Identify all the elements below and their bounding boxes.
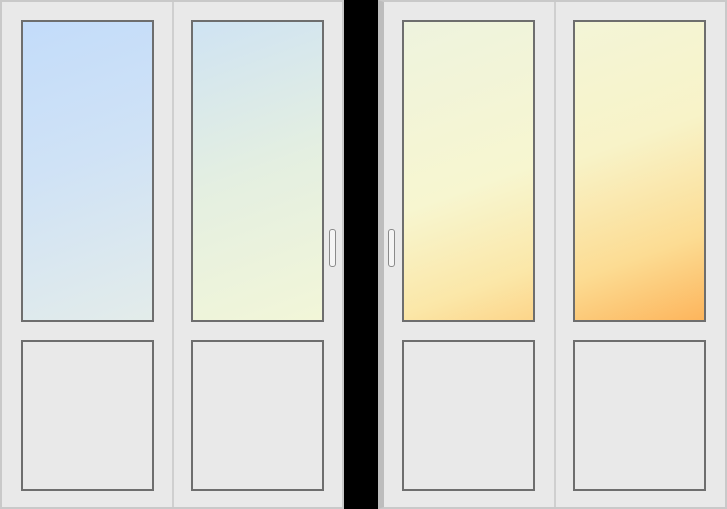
glass-pane-1 — [21, 20, 154, 322]
door-handle-icon[interactable] — [388, 229, 395, 267]
door-leaf-4[interactable] — [554, 2, 725, 507]
lower-panel-2 — [191, 340, 324, 491]
door-leaf-2[interactable] — [172, 2, 342, 507]
door-leaf-3[interactable] — [384, 2, 554, 507]
door-handle-icon[interactable] — [329, 229, 336, 267]
glass-pane-3 — [402, 20, 535, 322]
right-door-unit — [378, 0, 727, 509]
glass-pane-2 — [191, 20, 324, 322]
door-leaf-1[interactable] — [2, 2, 172, 507]
glass-pane-4 — [573, 20, 706, 322]
lower-panel-4 — [573, 340, 706, 491]
left-door-unit — [0, 0, 344, 509]
lower-panel-3 — [402, 340, 535, 491]
lower-panel-1 — [21, 340, 154, 491]
